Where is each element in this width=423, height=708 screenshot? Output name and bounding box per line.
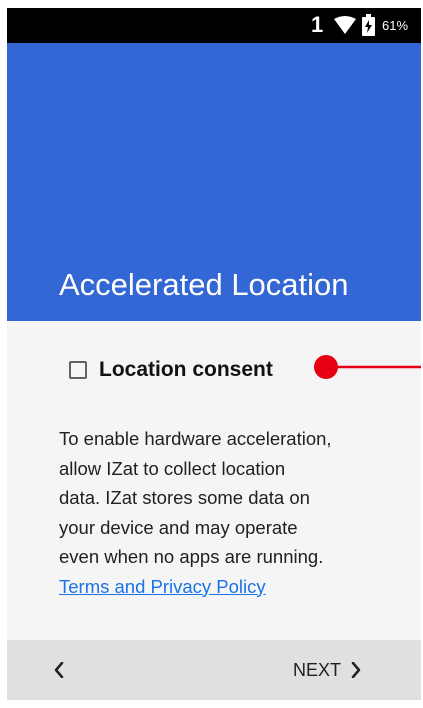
next-button[interactable]: NEXT [293,652,361,688]
next-button-label: NEXT [293,660,342,680]
annotation-marker [314,355,421,379]
battery-percent: 61% [382,18,409,33]
description-line: To enable hardware acceleration, [59,428,332,449]
location-description: To enable hardware acceleration, allow I… [59,424,389,601]
description-line: allow IZat to collect location [59,457,286,479]
location-consent-label[interactable]: Location consent [99,356,273,384]
status-bar: 1 61% [7,8,421,43]
terms-privacy-link[interactable]: Terms and Privacy Policy [59,572,266,602]
location-consent-checkbox[interactable] [69,361,87,379]
back-button[interactable] [41,652,77,688]
page-header: Accelerated Location [7,43,421,321]
chevron-left-icon [54,662,64,678]
chevron-right-icon [351,662,361,678]
phone-screen: 1 61% Accelerated Location Location cons… [7,8,421,700]
location-consent-row[interactable]: Location consent [69,356,273,384]
battery-icon [362,14,375,36]
screen: 1 61% Accelerated Location Location cons… [0,0,423,708]
description-line: your device and may operate [59,516,298,538]
setup-navigation-bar: NEXT [7,640,421,700]
wifi-icon [334,16,356,34]
page-title: Accelerated Location [59,267,349,302]
description-line: data. IZat stores some data on [59,487,310,508]
notification-count: 1 [311,12,324,37]
description-line: even when no apps are running. [59,546,324,567]
